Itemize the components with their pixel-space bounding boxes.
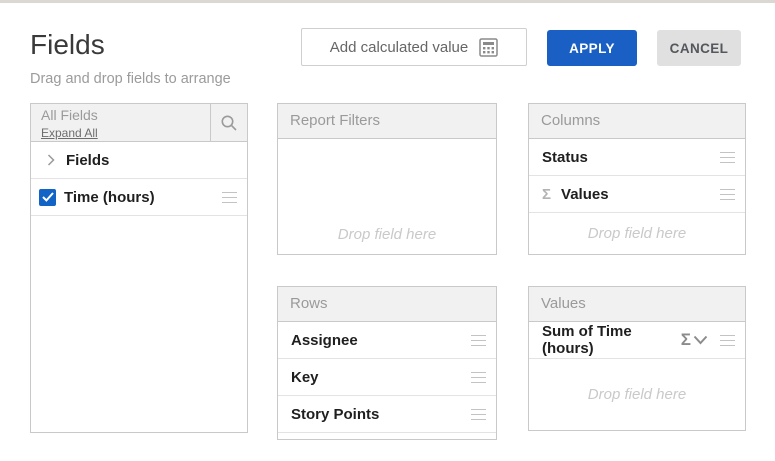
row-field-key[interactable]: Key [278, 359, 496, 396]
field-label: Story Points [291, 406, 379, 423]
chevron-right-icon [47, 154, 55, 166]
tree-item-fields[interactable]: Fields [31, 142, 247, 179]
field-label: Values [561, 186, 609, 203]
field-label: Status [542, 149, 588, 166]
value-field-sum-of-time-hours[interactable]: Sum of Time (hours) Σ [529, 322, 745, 359]
row-field-assignee[interactable]: Assignee [278, 322, 496, 359]
drop-hint: Drop field here [278, 226, 496, 243]
add-calculated-value-button[interactable]: Add calculated value [301, 28, 527, 66]
drag-handle-icon[interactable] [471, 372, 486, 383]
sigma-icon: Σ [542, 186, 551, 203]
column-field-values[interactable]: Σ Values [529, 176, 745, 213]
page-title: Fields [30, 29, 105, 61]
values-panel: Values Sum of Time (hours) Σ Drop field … [528, 286, 746, 431]
apply-button[interactable]: APPLY [547, 30, 637, 66]
add-calculated-value-label: Add calculated value [330, 39, 468, 56]
report-filters-header: Report Filters [278, 104, 496, 139]
all-fields-title: All Fields [41, 107, 210, 124]
sigma-icon[interactable]: Σ [681, 330, 691, 350]
all-fields-header: All Fields Expand All [31, 104, 247, 142]
field-label: Key [291, 369, 319, 386]
calculator-icon [479, 38, 498, 57]
field-label: Sum of Time (hours) [542, 323, 681, 357]
report-filters-drop-zone[interactable]: Drop field here [278, 139, 496, 254]
cancel-button[interactable]: CANCEL [657, 30, 741, 66]
drag-handle-icon[interactable] [720, 335, 735, 346]
fields-configuration-dialog: Fields Drag and drop fields to arrange A… [0, 0, 775, 461]
columns-panel: Columns Status Σ Values Drop field here [528, 103, 746, 255]
field-item-label: Time (hours) [64, 189, 155, 206]
expand-all-link[interactable]: Expand All [41, 126, 98, 140]
drop-hint: Drop field here [588, 225, 686, 242]
drag-handle-icon[interactable] [222, 192, 237, 203]
field-label: Assignee [291, 332, 358, 349]
page-subtitle: Drag and drop fields to arrange [30, 71, 231, 87]
checkbox-checked-icon[interactable] [39, 189, 56, 206]
columns-header: Columns [529, 104, 745, 139]
drag-handle-icon[interactable] [720, 152, 735, 163]
field-item-time-hours[interactable]: Time (hours) [31, 179, 247, 216]
values-drop-zone[interactable]: Drop field here [529, 359, 745, 430]
rows-drop-zone[interactable] [278, 433, 496, 439]
drag-handle-icon[interactable] [471, 335, 486, 346]
rows-panel: Rows Assignee Key Story Points [277, 286, 497, 440]
row-field-story-points[interactable]: Story Points [278, 396, 496, 433]
columns-drop-zone[interactable]: Drop field here [529, 213, 745, 254]
tree-item-label: Fields [66, 152, 109, 169]
rows-header: Rows [278, 287, 496, 322]
search-button[interactable] [210, 104, 247, 141]
values-header: Values [529, 287, 745, 322]
drag-handle-icon[interactable] [720, 189, 735, 200]
column-field-status[interactable]: Status [529, 139, 745, 176]
magnifier-icon [219, 113, 239, 133]
chevron-down-icon[interactable] [693, 335, 708, 345]
drag-handle-icon[interactable] [471, 409, 486, 420]
drop-hint: Drop field here [588, 386, 686, 403]
all-fields-panel: All Fields Expand All Fields [30, 103, 248, 433]
report-filters-panel: Report Filters Drop field here [277, 103, 497, 255]
